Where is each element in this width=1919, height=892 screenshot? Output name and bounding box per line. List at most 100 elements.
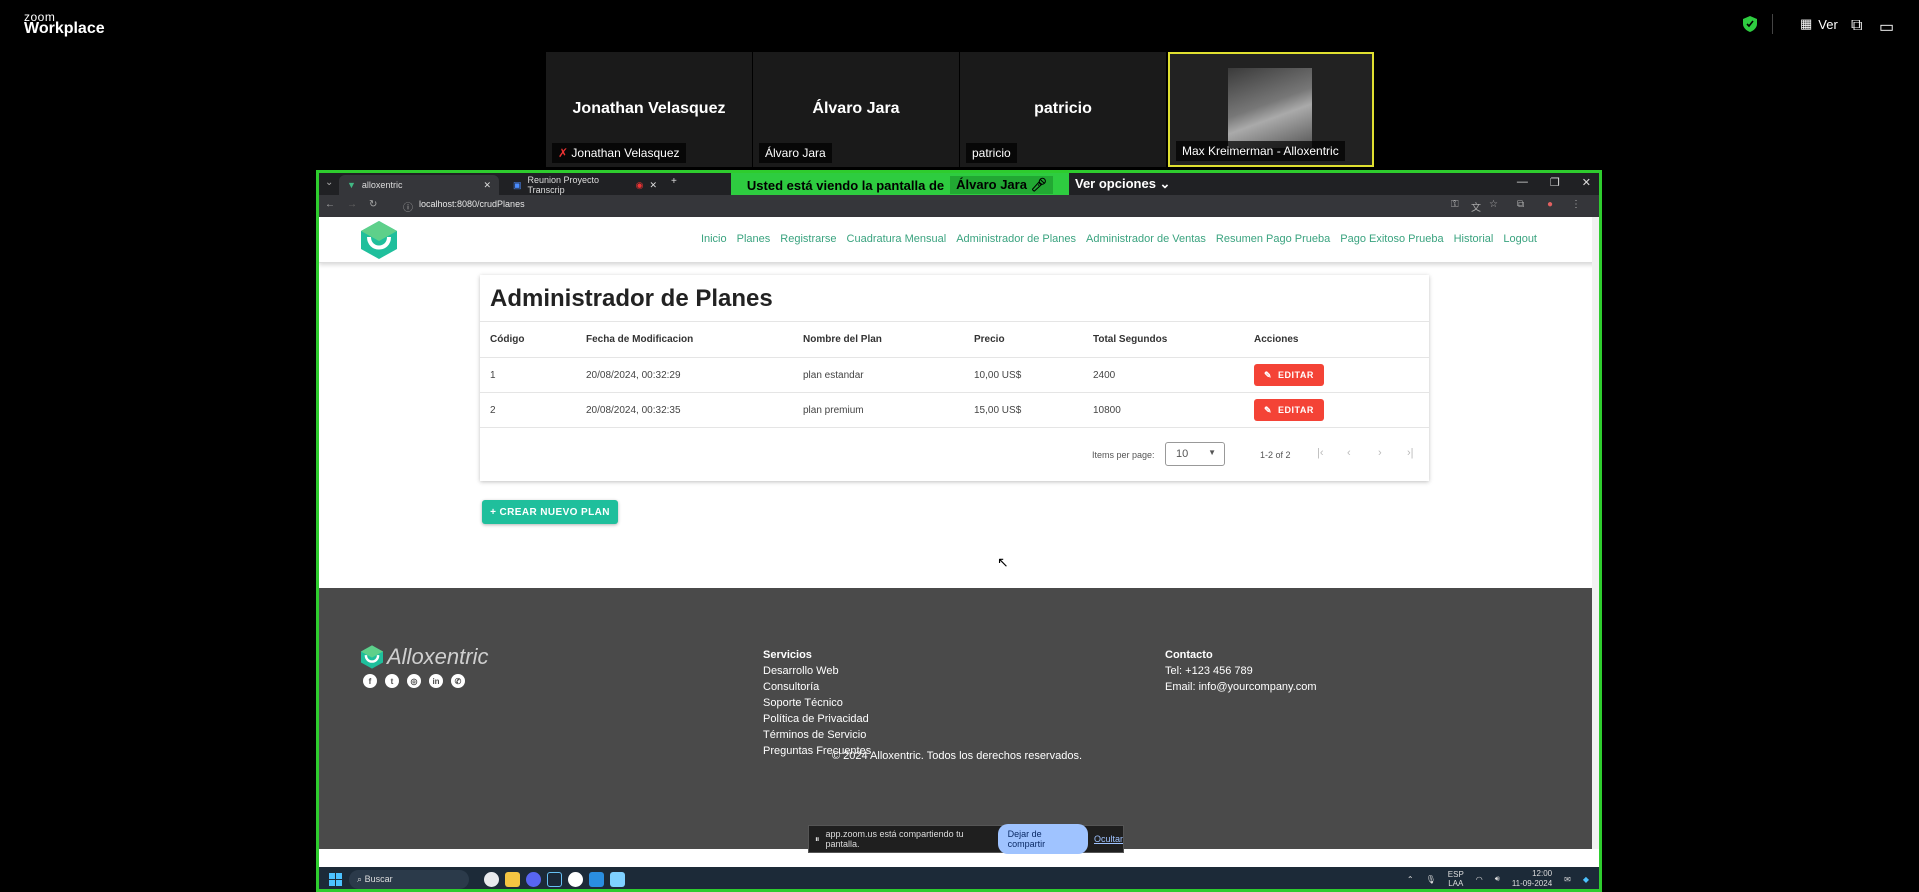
taskbar-search[interactable]: ⌕ Buscar bbox=[349, 870, 469, 889]
cell-segundos: 10800 bbox=[1083, 392, 1244, 428]
url-field[interactable]: localhost:8080/crudPlanes bbox=[419, 199, 525, 209]
nav-registrarse[interactable]: Registrarse bbox=[780, 233, 836, 245]
site-info-icon[interactable]: ⓘ bbox=[403, 199, 413, 214]
steam-icon[interactable] bbox=[547, 872, 562, 887]
edit-button[interactable]: ✎ EDITAR bbox=[1254, 364, 1324, 386]
view-options-button[interactable]: Ver opciones ⌄ bbox=[1075, 176, 1170, 192]
back-icon[interactable]: ← bbox=[325, 199, 335, 210]
language-indicator[interactable]: ESP LAA bbox=[1448, 870, 1464, 888]
participant-tile[interactable]: Jonathan Velasquez ✗ Jonathan Velasquez bbox=[546, 52, 752, 167]
nav-logout[interactable]: Logout bbox=[1503, 233, 1537, 245]
create-plan-button[interactable]: + CREAR NUEVO PLAN bbox=[482, 500, 618, 524]
participant-video bbox=[1228, 68, 1312, 148]
first-page-icon[interactable]: |‹ bbox=[1317, 447, 1324, 459]
col-codigo[interactable]: Código bbox=[480, 321, 576, 358]
participant-tile[interactable]: Álvaro Jara Álvaro Jara bbox=[753, 52, 959, 167]
translate-icon[interactable]: 文 bbox=[1471, 199, 1481, 214]
minimize-icon[interactable]: — bbox=[1517, 176, 1528, 189]
chrome-icon[interactable] bbox=[484, 872, 499, 887]
screens-icon[interactable]: ⧉ bbox=[1851, 17, 1862, 35]
nav-pago-exitoso[interactable]: Pago Exitoso Prueba bbox=[1340, 233, 1443, 245]
footer-link[interactable]: Política de Privacidad bbox=[763, 711, 871, 727]
copilot-icon[interactable]: ◆ bbox=[1583, 875, 1589, 884]
vscode-icon[interactable] bbox=[589, 872, 604, 887]
bookmark-icon[interactable]: ☆ bbox=[1489, 199, 1498, 210]
facebook-icon[interactable]: f bbox=[363, 674, 377, 688]
footer-link[interactable]: Desarrollo Web bbox=[763, 663, 871, 679]
nav-inicio[interactable]: Inicio bbox=[701, 233, 727, 245]
wifi-icon[interactable]: ◠ bbox=[1476, 875, 1483, 884]
cell-precio: 10,00 US$ bbox=[964, 357, 1083, 393]
cell-acciones: ✎ EDITAR bbox=[1244, 357, 1429, 393]
view-label: Ver bbox=[1818, 16, 1838, 32]
notepad-icon[interactable] bbox=[610, 872, 625, 887]
mic-icon[interactable]: 🎙︎ bbox=[1426, 875, 1436, 884]
instagram-icon[interactable]: ◎ bbox=[407, 674, 421, 688]
close-icon[interactable]: ✕ bbox=[483, 180, 491, 191]
nav-admin-ventas[interactable]: Administrador de Ventas bbox=[1086, 233, 1206, 245]
col-precio[interactable]: Precio bbox=[964, 321, 1083, 358]
chevron-up-icon[interactable]: ⌃ bbox=[1407, 875, 1414, 884]
tab-reunion[interactable]: ▣ Reunion Proyecto Transcrip ◉ ✕ bbox=[505, 175, 665, 195]
participant-tile[interactable]: patricio patricio bbox=[960, 52, 1166, 167]
key-icon[interactable]: ⚿ bbox=[1451, 199, 1459, 210]
reload-icon[interactable]: ↻ bbox=[369, 199, 377, 210]
cell-nombre: plan estandar bbox=[793, 357, 964, 393]
nav-cuadratura[interactable]: Cuadratura Mensual bbox=[847, 233, 947, 245]
hide-link[interactable]: Ocultar bbox=[1094, 834, 1123, 844]
footer-link[interactable]: Consultoría bbox=[763, 679, 871, 695]
twitter-icon[interactable]: t bbox=[385, 674, 399, 688]
cell-fecha: 20/08/2024, 00:32:35 bbox=[576, 392, 793, 428]
windows-start-icon[interactable] bbox=[329, 873, 342, 886]
app-icon[interactable] bbox=[568, 872, 583, 887]
next-page-icon[interactable]: › bbox=[1378, 447, 1382, 459]
notification-icon[interactable]: ✉ bbox=[1564, 875, 1571, 884]
last-page-icon[interactable]: ›| bbox=[1407, 447, 1414, 459]
footer-link[interactable]: Soporte Técnico bbox=[763, 695, 871, 711]
items-per-page-select[interactable]: 10 ▼ bbox=[1165, 442, 1225, 466]
alloxentric-logo-icon[interactable] bbox=[361, 221, 397, 259]
col-acciones: Acciones bbox=[1244, 321, 1429, 358]
extensions-icon[interactable]: ⧉ bbox=[1517, 199, 1524, 210]
view-button[interactable]: ▦ Ver bbox=[1800, 16, 1838, 32]
col-nombre[interactable]: Nombre del Plan bbox=[793, 321, 964, 358]
fullscreen-icon[interactable]: ▭ bbox=[1879, 17, 1894, 37]
shield-icon[interactable] bbox=[1743, 16, 1757, 32]
forward-icon[interactable]: → bbox=[347, 199, 357, 210]
new-tab-icon[interactable]: + bbox=[671, 176, 677, 187]
col-fecha[interactable]: Fecha de Modificacion bbox=[576, 321, 793, 358]
menu-icon[interactable]: ⋮ bbox=[1571, 199, 1581, 210]
stop-sharing-button[interactable]: Dejar de compartir bbox=[997, 824, 1088, 854]
alloxentric-logo-icon bbox=[361, 645, 383, 669]
restore-icon[interactable]: ❐ bbox=[1550, 176, 1560, 189]
profile-icon[interactable]: ● bbox=[1547, 199, 1553, 210]
footer-brand-name: Alloxentric bbox=[387, 644, 489, 669]
edit-button[interactable]: ✎ EDITAR bbox=[1254, 399, 1324, 421]
footer-link[interactable]: Términos de Servicio bbox=[763, 727, 871, 743]
file-explorer-icon[interactable] bbox=[505, 872, 520, 887]
tab-search-icon[interactable]: ⌄ bbox=[325, 177, 333, 188]
footer-brand[interactable]: Alloxentric bbox=[361, 644, 488, 670]
close-icon[interactable]: ✕ bbox=[649, 180, 657, 191]
tab-alloxentric[interactable]: ▼ alloxentric ✕ bbox=[339, 175, 499, 195]
nav-resumen-pago[interactable]: Resumen Pago Prueba bbox=[1216, 233, 1330, 245]
participant-display-name: Álvaro Jara bbox=[812, 100, 900, 117]
contact-email[interactable]: Email: info@yourcompany.com bbox=[1165, 679, 1317, 695]
col-segundos[interactable]: Total Segundos bbox=[1083, 321, 1244, 358]
close-window-icon[interactable]: ✕ bbox=[1582, 176, 1591, 189]
prev-page-icon[interactable]: ‹ bbox=[1347, 447, 1351, 459]
volume-icon[interactable]: 🔊︎ bbox=[1495, 874, 1500, 884]
nav-historial[interactable]: Historial bbox=[1454, 233, 1494, 245]
tab-title: alloxentric bbox=[361, 180, 403, 190]
cell-acciones: ✎ EDITAR bbox=[1244, 392, 1429, 428]
scrollbar[interactable] bbox=[1592, 217, 1599, 849]
nav-planes[interactable]: Planes bbox=[737, 233, 771, 245]
clock[interactable]: 12:00 11-09-2024 bbox=[1512, 869, 1552, 889]
discord-icon[interactable] bbox=[526, 872, 541, 887]
linkedin-icon[interactable]: in bbox=[429, 674, 443, 688]
services-title: Servicios bbox=[763, 649, 812, 661]
whatsapp-icon[interactable]: ✆ bbox=[451, 674, 465, 688]
banner-presenter: Álvaro Jara 🎤︎ bbox=[950, 176, 1054, 194]
participant-tile-active-speaker[interactable]: Max Kreimerman - Alloxentric bbox=[1168, 52, 1374, 167]
nav-admin-planes[interactable]: Administrador de Planes bbox=[956, 233, 1076, 245]
